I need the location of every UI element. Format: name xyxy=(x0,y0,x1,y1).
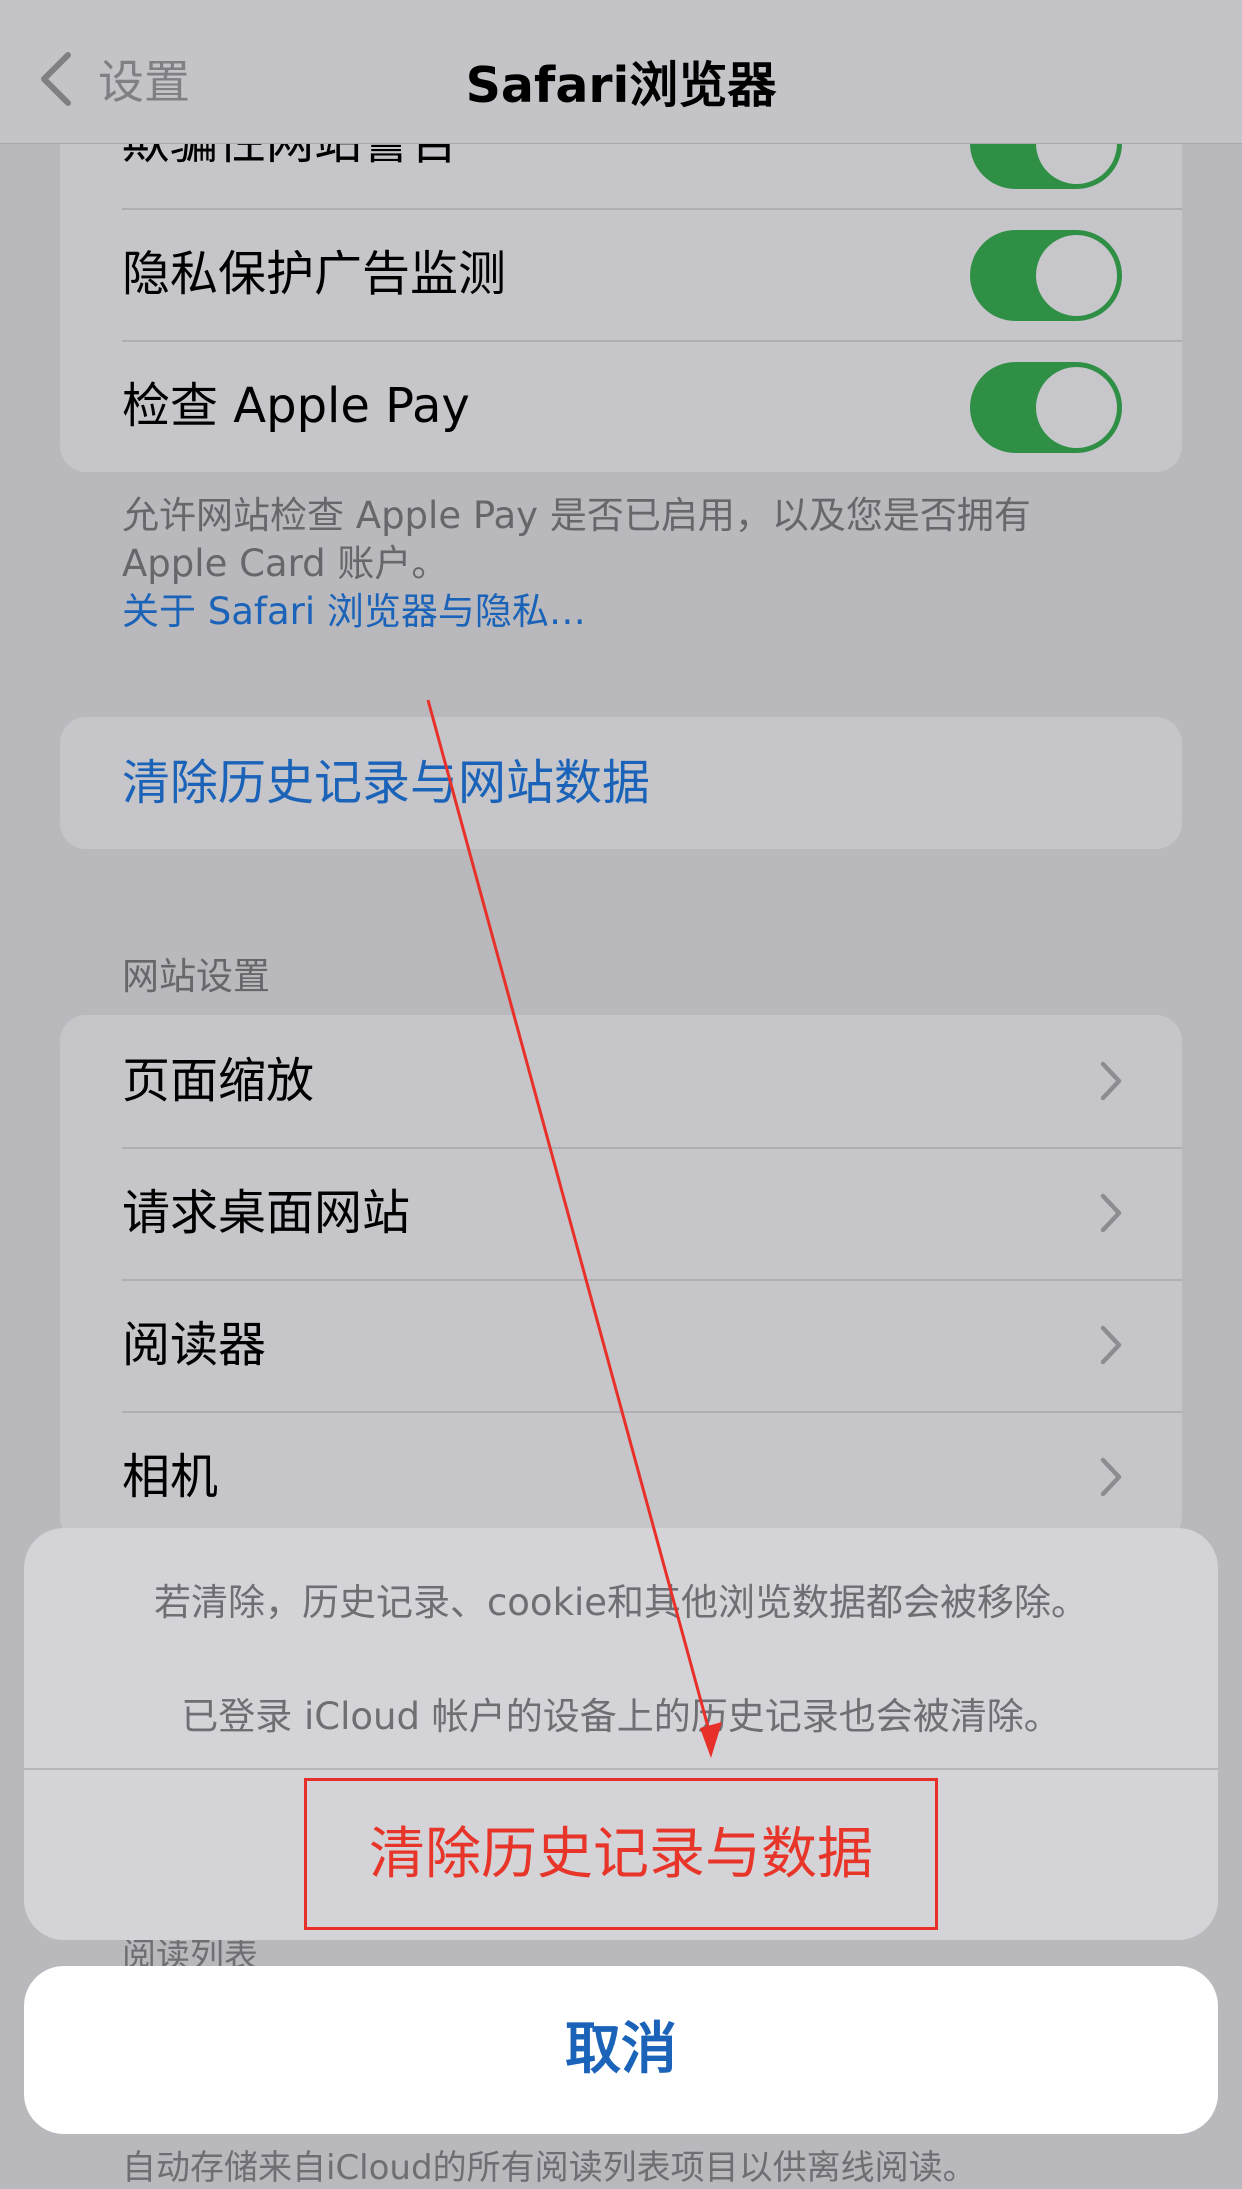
settings-row-label: 请求桌面网站 xyxy=(122,1185,411,1241)
cancel-button[interactable]: 取消 xyxy=(24,1966,1218,2134)
chevron-right-icon xyxy=(1100,1061,1122,1101)
settings-row-page-zoom[interactable]: 页面缩放 xyxy=(60,1015,1182,1147)
settings-row-label: 页面缩放 xyxy=(122,1053,315,1109)
settings-row-request-desktop[interactable]: 请求桌面网站 xyxy=(60,1147,1182,1279)
action-sheet-message: 若清除，历史记录、cookie和其他浏览数据都会被移除。 xyxy=(153,1581,1089,1624)
website-settings-header: 网站设置 xyxy=(122,955,270,998)
settings-row-ad-measurement: 隐私保护广告监测 xyxy=(60,208,1182,340)
settings-row-check-apple-pay: 检查 Apple Pay xyxy=(60,340,1182,472)
footer-text-line: Apple Card 账户。 xyxy=(122,542,449,585)
chevron-right-icon xyxy=(1100,1325,1122,1365)
settings-row-reader[interactable]: 阅读器 xyxy=(60,1279,1182,1411)
settings-row-label: 相机 xyxy=(122,1449,219,1505)
page-title: Safari浏览器 xyxy=(465,57,777,114)
settings-row-label: 隐私保护广告监测 xyxy=(122,246,507,302)
clear-history-row[interactable]: 清除历史记录与网站数据 xyxy=(60,717,1182,849)
ad-measurement-toggle[interactable] xyxy=(970,230,1122,321)
chevron-right-icon xyxy=(1100,1193,1122,1233)
clear-history-and-data-button[interactable]: 清除历史记录与数据 xyxy=(24,1770,1218,1940)
settings-row-camera[interactable]: 相机 xyxy=(60,1411,1182,1543)
website-settings-group: 页面缩放 请求桌面网站 阅读器 相机 xyxy=(60,1015,1182,1543)
chevron-right-icon xyxy=(1100,1457,1122,1497)
check-apple-pay-toggle[interactable] xyxy=(970,362,1122,453)
action-sheet-message: 已登录 iCloud 帐户的设备上的历史记录也会被清除。 xyxy=(181,1695,1061,1738)
clear-history-group: 清除历史记录与网站数据 xyxy=(60,717,1182,849)
settings-row-label: 阅读器 xyxy=(122,1317,267,1373)
safari-privacy-link[interactable]: 关于 Safari 浏览器与隐私… xyxy=(122,588,1122,636)
reading-list-footer: 自动存储来自iCloud的所有阅读列表项目以供离线阅读。 xyxy=(122,2148,977,2188)
navigation-bar: 设置 Safari浏览器 xyxy=(0,0,1242,144)
clear-history-button[interactable]: 清除历史记录与网站数据 xyxy=(122,717,650,849)
footer-text-line: 允许网站检查 Apple Pay 是否已启用，以及您是否拥有 xyxy=(122,494,1031,537)
settings-row-label: 检查 Apple Pay xyxy=(122,378,470,434)
settings-page: 设置 Safari浏览器 欺骗性网站警告 隐私保护广告监测 检查 Apple P… xyxy=(0,0,1242,2188)
privacy-footer-note: 允许网站检查 Apple Pay 是否已启用，以及您是否拥有 Apple Car… xyxy=(122,492,1122,636)
clear-history-action-sheet: 若清除，历史记录、cookie和其他浏览数据都会被移除。 已登录 iCloud … xyxy=(24,1528,1218,1940)
